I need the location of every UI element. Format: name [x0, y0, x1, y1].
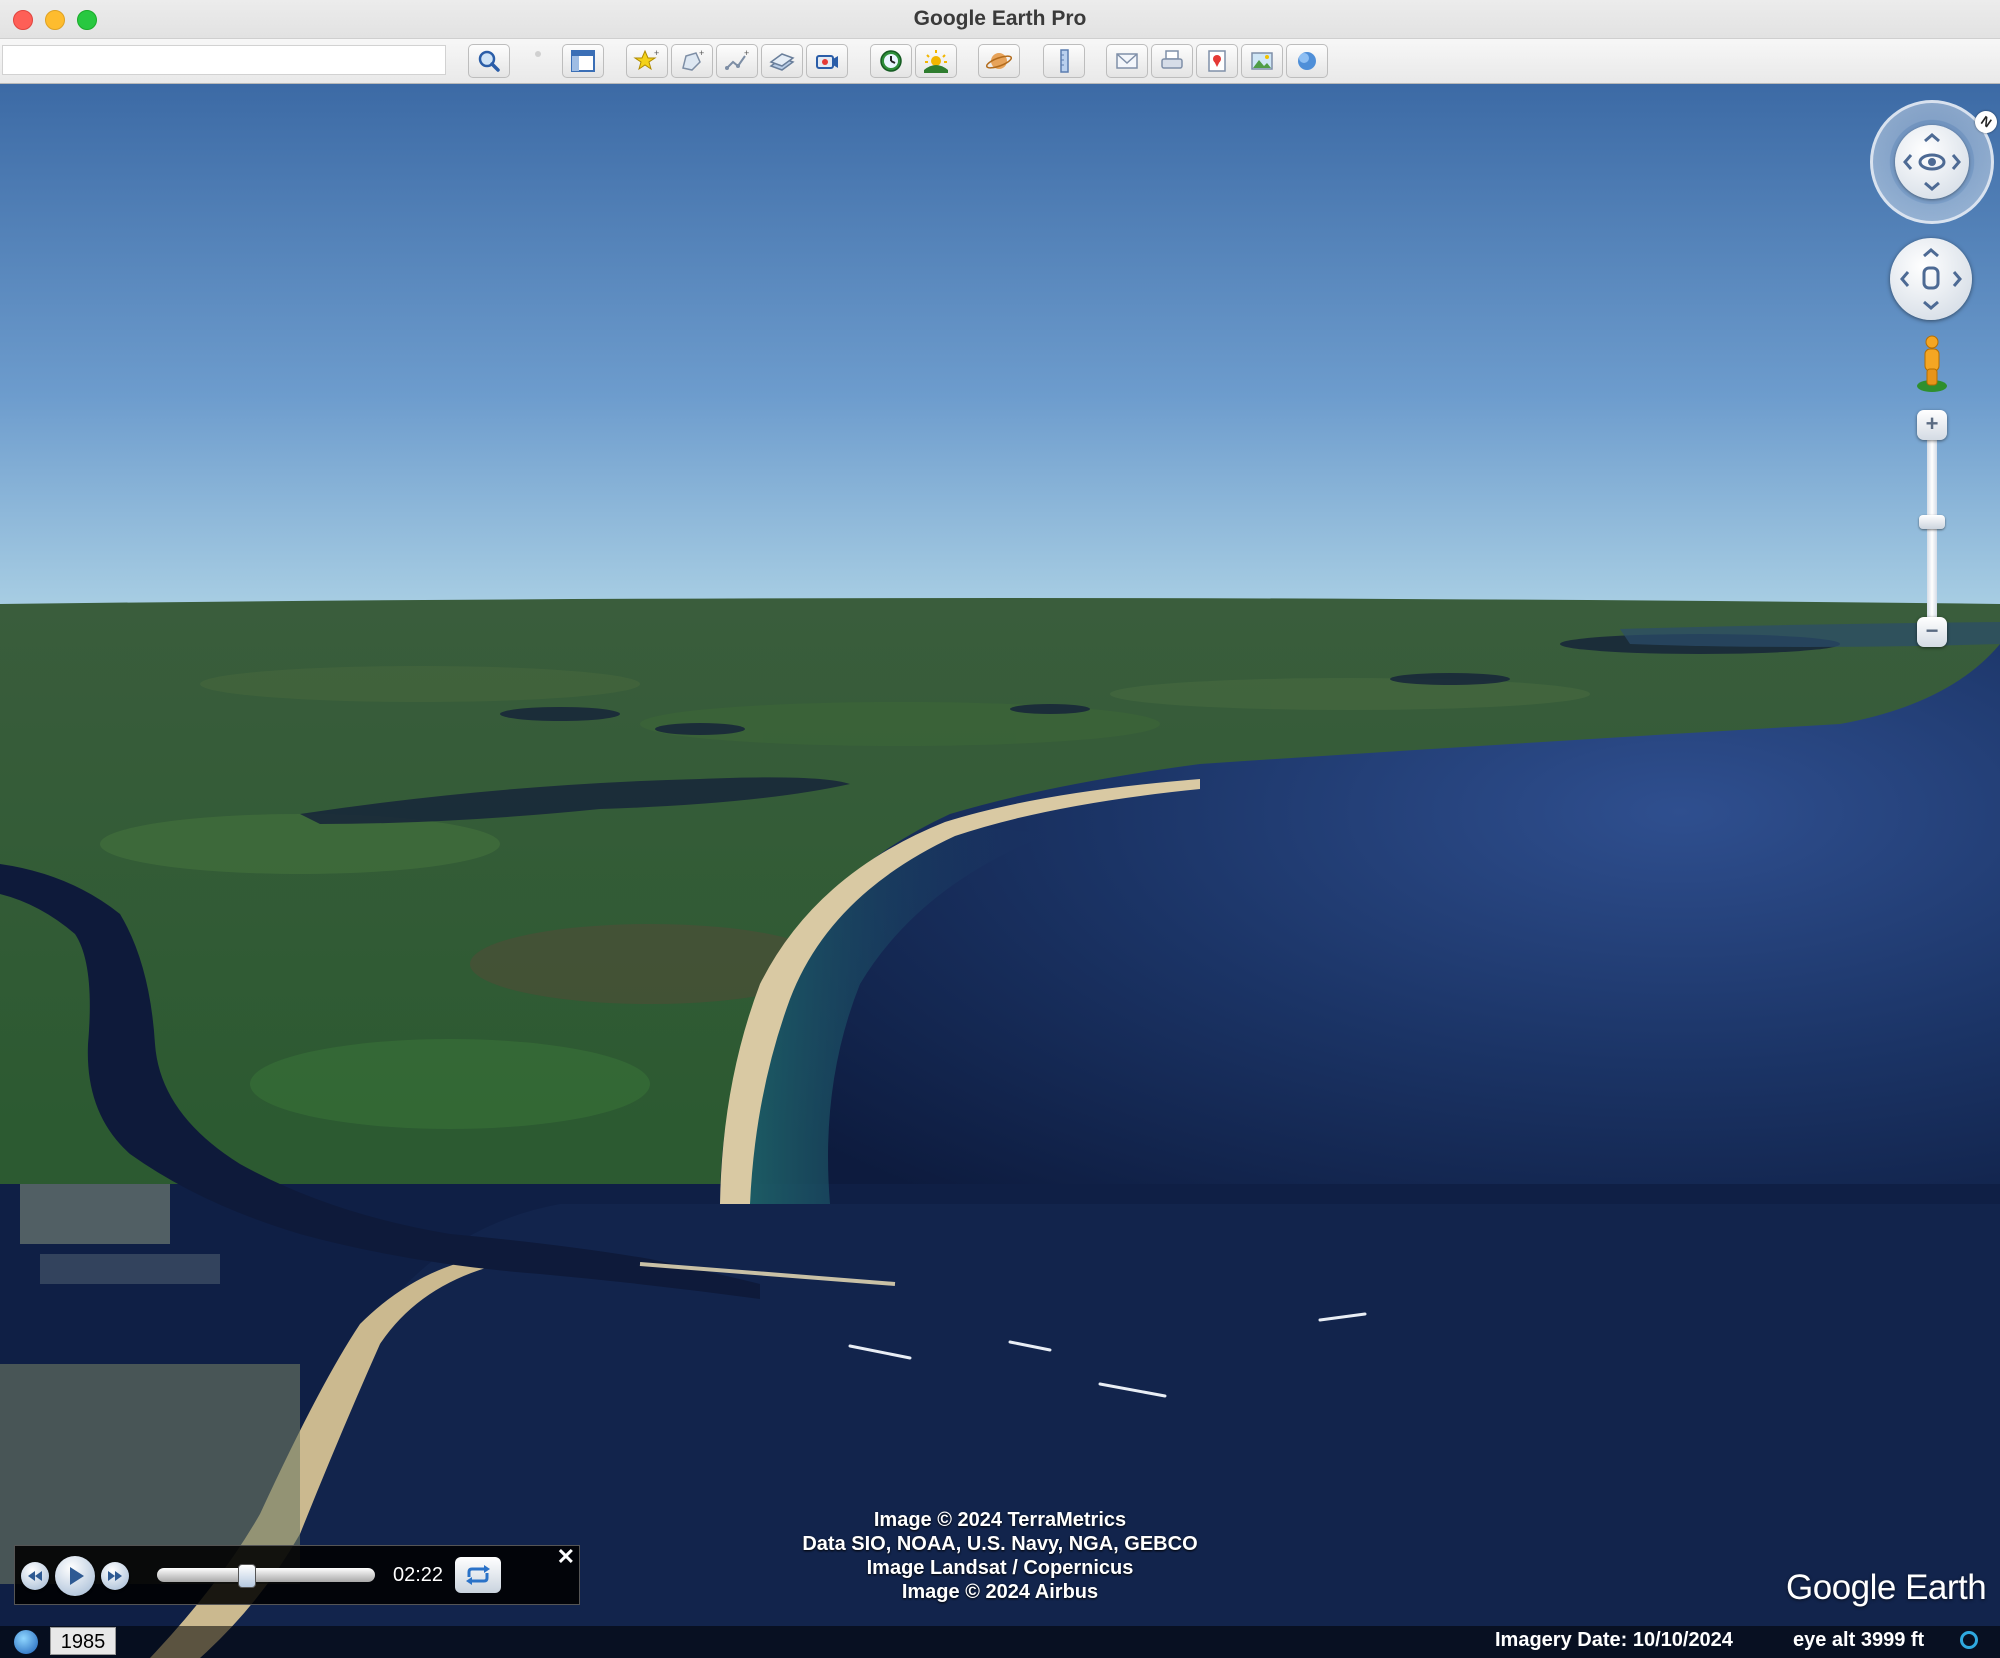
pegman-icon	[1917, 335, 1947, 392]
attribution-line: Image Landsat / Copernicus	[866, 1557, 1134, 1579]
add-image-overlay-button[interactable]	[761, 44, 803, 78]
eye-icon	[1903, 133, 1961, 191]
print-button[interactable]	[1151, 44, 1193, 78]
attribution-line: Image © 2024 Airbus	[901, 1581, 1099, 1603]
planet-icon	[985, 53, 1013, 69]
time-slider-track[interactable]	[157, 1568, 375, 1582]
ruler-icon	[1060, 49, 1069, 73]
maps-icon	[1208, 50, 1226, 72]
title-bar: Google Earth Pro	[0, 0, 2000, 39]
search-input[interactable]	[2, 45, 446, 75]
pushpin-icon: +	[633, 48, 659, 71]
look-joystick[interactable]: N	[1870, 100, 2000, 224]
step-back-button[interactable]	[21, 1562, 49, 1590]
save-image-icon	[1251, 52, 1273, 70]
move-joystick[interactable]	[1890, 238, 1972, 320]
attribution-line: Image © 2024 TerraMetrics	[873, 1509, 1127, 1531]
play-icon	[70, 1567, 84, 1585]
streaming-indicator-icon	[1960, 1631, 1978, 1649]
imagery-attribution: Image © 2024 TerraMetrics Data SIO, NOAA…	[700, 1508, 1300, 1604]
svg-text:+: +	[699, 48, 704, 58]
historical-time-slider: 02:22 ✕	[14, 1544, 580, 1605]
path-icon: +	[725, 48, 749, 70]
hand-icon	[1900, 248, 1962, 310]
zoom-in-button[interactable]: +	[1917, 410, 1947, 440]
svg-text:+: +	[654, 48, 659, 58]
add-placemark-button[interactable]: +	[626, 44, 668, 78]
imagery-date: Imagery Date: 10/10/2024	[1495, 1629, 1733, 1651]
sunlight-button[interactable]	[915, 44, 957, 78]
polygon-icon: +	[682, 48, 704, 71]
save-image-button[interactable]	[1241, 44, 1283, 78]
view-in-maps-button[interactable]	[1196, 44, 1238, 78]
time-slider-thumb[interactable]	[237, 1564, 256, 1588]
imagery-year[interactable]: 1985	[50, 1627, 116, 1655]
terrain-view[interactable]	[0, 84, 2000, 1658]
sidebar-icon	[571, 50, 595, 72]
repeat-icon	[466, 1565, 490, 1585]
attribution-line: Data SIO, NOAA, U.S. Navy, NGA, GEBCO	[802, 1533, 1198, 1555]
overlay-icon	[769, 53, 795, 71]
look-joystick-center[interactable]	[1895, 125, 1969, 199]
sun-icon	[924, 50, 948, 73]
historical-globe-icon[interactable]	[14, 1630, 38, 1654]
magnifier-icon	[478, 50, 500, 72]
globe-icon	[1298, 52, 1316, 70]
street-view-pegman[interactable]	[1913, 334, 1951, 394]
record-tour-button[interactable]	[806, 44, 848, 78]
rewind-icon	[28, 1571, 42, 1581]
clock-icon	[880, 50, 902, 72]
play-button[interactable]	[55, 1556, 95, 1596]
globe-viewport[interactable]: N + − Image © 2024 TerraMetrics Data SIO…	[0, 84, 2000, 1658]
ruler-button[interactable]	[1043, 44, 1085, 78]
email-button[interactable]	[1106, 44, 1148, 78]
view-in-earth-button[interactable]	[1286, 44, 1328, 78]
status-bar: 1985 Imagery Date: 10/10/2024 eye alt 39…	[0, 1626, 2000, 1658]
toolbar-separator	[535, 51, 541, 57]
close-time-slider-button[interactable]: ✕	[557, 1544, 575, 1570]
printer-icon	[1161, 50, 1183, 69]
repeat-button[interactable]	[455, 1557, 501, 1593]
zoom-out-button[interactable]: −	[1917, 617, 1947, 647]
envelope-icon	[1116, 53, 1138, 69]
historical-imagery-button[interactable]	[870, 44, 912, 78]
step-forward-button[interactable]	[101, 1562, 129, 1590]
eye-altitude: eye alt 3999 ft	[1793, 1629, 1925, 1651]
window-title: Google Earth Pro	[913, 7, 1087, 30]
add-polygon-button[interactable]: +	[671, 44, 713, 78]
switch-planet-button[interactable]	[978, 44, 1020, 78]
time-readout: 02:22	[393, 1564, 444, 1586]
search-button[interactable]	[468, 44, 510, 78]
google-earth-logo: Google Earth	[1786, 1568, 1987, 1607]
zoom-slider-thumb[interactable]	[1919, 515, 1945, 529]
toolbar: + + +	[0, 39, 2000, 84]
add-path-button[interactable]: +	[716, 44, 758, 78]
fast-forward-icon	[108, 1571, 122, 1581]
sidebar-toggle-button[interactable]	[562, 44, 604, 78]
svg-text:+: +	[744, 48, 749, 58]
record-tour-icon	[816, 55, 838, 69]
